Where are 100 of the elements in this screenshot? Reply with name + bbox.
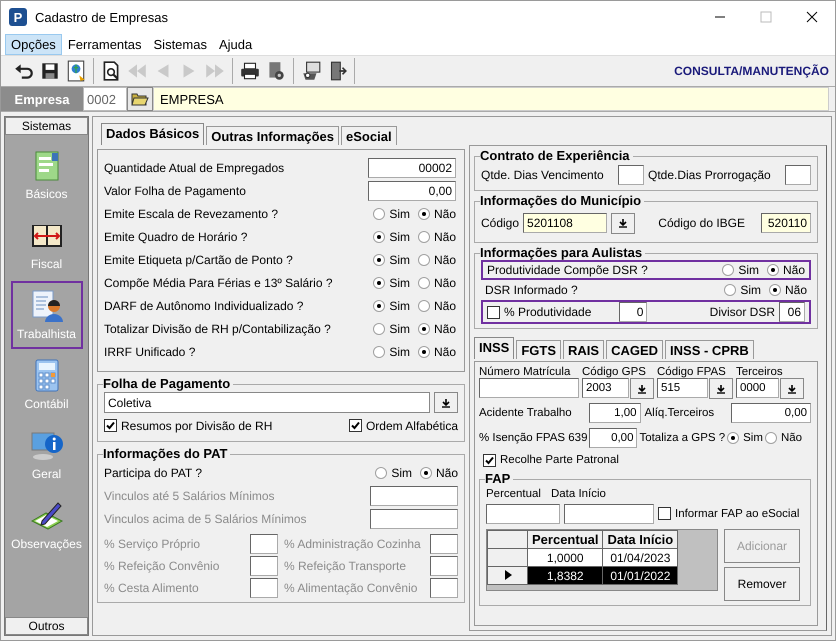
radio-button[interactable]: Sim [373,230,410,244]
checkbox[interactable]: Recolhe Parte Patronal [483,454,619,466]
input-field[interactable] [486,504,560,524]
open-folder-button[interactable] [127,87,153,111]
dropdown-button[interactable] [434,392,458,413]
input-field[interactable]: 0,00 [368,180,456,200]
field-label: Terceiros [736,366,784,378]
folder-icon [131,91,149,107]
radio-icon [724,284,736,296]
radio-button[interactable]: Sim [373,252,410,266]
input-field[interactable]: 515 [657,378,708,398]
radio-button[interactable]: Não [418,344,456,358]
company-label: Empresa [1,87,83,111]
menu-item[interactable]: Sistemas [148,34,213,54]
column-header: Percentual [528,530,603,548]
input-field[interactable] [479,378,579,398]
radio-button[interactable]: Sim [373,322,410,336]
radio-icon [727,432,740,444]
field-label: Produtividade Compõe DSR ? [487,263,649,277]
radio-button[interactable]: Sim [727,432,763,444]
input-field[interactable] [250,534,278,554]
menu-item[interactable]: Ajuda [212,34,258,54]
input-field[interactable] [250,578,278,598]
checkbox[interactable]: Ordem Alfabética [348,418,458,432]
tab[interactable]: Outras Informações [206,126,340,145]
field-label: % Cesta Alimento [104,581,200,595]
tab[interactable]: CAGED [606,340,664,359]
sidebar-footer-button[interactable]: Outros [5,617,88,635]
radio-button[interactable]: Não [766,263,805,277]
document-globe-icon[interactable] [65,60,87,82]
input-field[interactable] [250,556,278,576]
checkbox[interactable]: Resumos por Divisão de RH [104,418,272,432]
action-button[interactable]: Remover [724,567,800,601]
input-field[interactable] [370,486,458,506]
radio-button[interactable]: Não [418,252,456,266]
down-arrow-icon [787,384,797,394]
radio-button[interactable]: Sim [722,263,759,277]
dropdown-button[interactable] [780,378,804,399]
column-header: Data Início [602,530,678,548]
input-field[interactable]: 1,00 [588,402,641,422]
input-field[interactable]: 2003 [582,378,629,398]
down-arrow-icon [441,398,451,408]
menu-item[interactable]: Ferramentas [62,34,148,54]
field-label: Valor Folha de Pagamento [104,184,247,198]
field-label: Data Início [550,488,606,500]
checkbox[interactable]: Informar FAP ao eSocial [658,507,800,520]
field-label: Código do IBGE [658,216,745,230]
company-code-field[interactable]: 0002 [83,87,127,111]
checkbox[interactable]: % Produtividade [487,305,592,319]
input-field[interactable]: 0,00 [731,402,811,422]
radio-button[interactable]: Não [418,206,456,220]
input-field[interactable]: 5201108 [523,213,608,233]
input-field[interactable]: 0 [619,302,648,322]
dropdown-field[interactable]: Coletiva [104,392,430,413]
radio-button[interactable]: Não [418,230,456,244]
input-field[interactable] [430,534,458,554]
radio-button[interactable]: Não [420,466,458,480]
table-cell: 1,8382 [528,566,603,584]
tab[interactable]: INSS - CPRB [665,340,754,359]
radio-icon [373,230,386,242]
printer-icon[interactable] [239,60,261,82]
input-field[interactable]: 520110 [761,213,811,233]
radio-icon [766,264,779,276]
field-label: Alíq.Terceiros [644,406,714,418]
input-field[interactable] [430,578,458,598]
radio-button[interactable]: Sim [375,466,412,480]
input-field[interactable]: 0,00 [589,428,638,448]
radio-button[interactable]: Sim [724,283,761,297]
radio-button[interactable]: Sim [373,344,410,358]
input-field[interactable] [370,508,458,528]
tab[interactable]: INSS [474,337,514,359]
company-name-field[interactable]: EMPRESA [153,87,829,111]
sidebar-header-button[interactable]: Sistemas [5,117,88,135]
input-field[interactable] [618,164,644,184]
tab[interactable]: Dados Básicos [101,123,204,145]
tab[interactable]: FGTS [516,340,562,359]
radio-button[interactable]: Não [418,298,456,312]
radio-icon [420,466,432,478]
dropdown-button[interactable] [630,378,654,399]
radio-icon [373,208,386,220]
radio-button[interactable]: Sim [373,276,410,290]
tab[interactable]: eSocial [341,126,397,145]
radio-button[interactable]: Sim [373,298,410,312]
input-field[interactable]: 06 [779,302,805,322]
menu-item[interactable]: Opções [5,34,62,54]
input-field[interactable]: 00002 [368,158,456,178]
radio-button[interactable]: Não [768,283,807,297]
field-label: Emite Escala de Revezamento ? [104,206,280,220]
radio-button[interactable]: Não [418,322,456,336]
input-field[interactable] [564,504,654,524]
radio-button[interactable]: Sim [373,206,410,220]
input-field[interactable]: 0000 [736,378,779,398]
radio-button[interactable]: Não [764,432,802,444]
input-field[interactable] [785,164,811,184]
input-field[interactable] [430,556,458,576]
tab[interactable]: RAIS [563,340,604,359]
window-title: Cadastro de Empresas [35,10,168,24]
dropdown-button[interactable] [611,212,636,234]
dropdown-button[interactable] [709,378,733,399]
radio-button[interactable]: Não [418,276,456,290]
